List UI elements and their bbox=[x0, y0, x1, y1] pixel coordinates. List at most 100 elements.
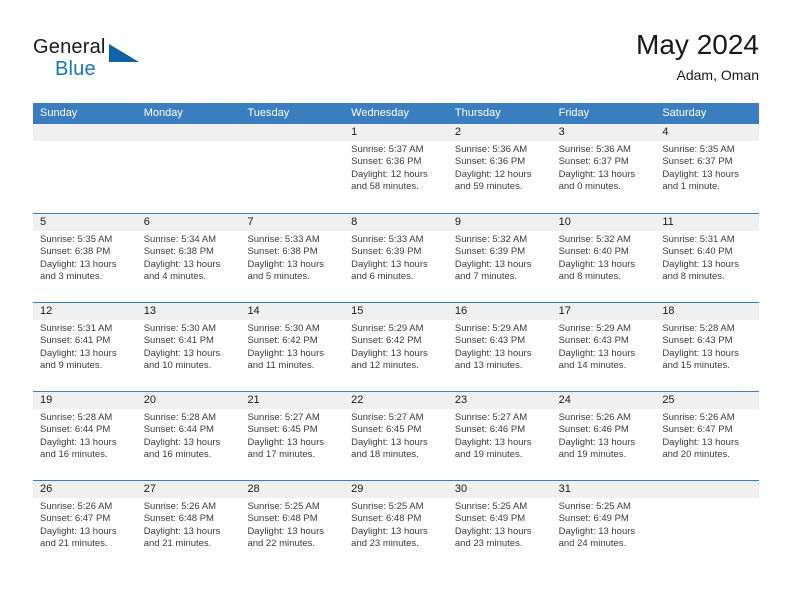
calendar-day-cell[interactable]: 19 Sunrise: 5:28 AM Sunset: 6:44 PM Dayligh… bbox=[33, 392, 137, 480]
day-header-sunday: Sunday bbox=[40, 107, 78, 119]
day-detail-line: and 8 minutes. bbox=[662, 271, 725, 283]
calendar-day-cell[interactable]: 5 Sunrise: 5:35 AM Sunset: 6:38 PM Daylight… bbox=[33, 214, 137, 302]
day-detail-line: Sunrise: 5:30 AM bbox=[143, 323, 217, 334]
calendar-weeks: 1 Sunrise: 5:37 AM Sunset: 6:36 PM Daylight… bbox=[33, 124, 760, 569]
day-details: Sunrise: 5:25 AM Sunset: 6:48 PM Daylight:… bbox=[344, 498, 448, 551]
day-number: 26 bbox=[33, 481, 137, 498]
day-detail-line: and 4 minutes. bbox=[143, 271, 207, 283]
day-number bbox=[655, 481, 760, 498]
calendar-day-cell[interactable]: 11 Sunrise: 5:31 AM Sunset: 6:40 PM Dayligh… bbox=[655, 214, 760, 302]
calendar-day-cell[interactable]: 15 Sunrise: 5:29 AM Sunset: 6:42 PM Dayligh… bbox=[344, 303, 448, 391]
day-details: Sunrise: 5:29 AM Sunset: 6:43 PM Daylight:… bbox=[448, 320, 552, 373]
day-detail-line: Daylight: 13 hours bbox=[40, 347, 117, 359]
day-number: 30 bbox=[447, 481, 552, 498]
calendar-day-cell[interactable]: 29 Sunrise: 5:25 AM Sunset: 6:48 PM Dayligh… bbox=[344, 481, 448, 569]
day-detail-line: and 7 minutes. bbox=[454, 271, 518, 283]
calendar-day-cell[interactable]: 13 Sunrise: 5:30 AM Sunset: 6:41 PM Dayligh… bbox=[136, 303, 241, 391]
calendar-day-cell[interactable]: 23 Sunrise: 5:27 AM Sunset: 6:46 PM Dayligh… bbox=[447, 392, 552, 480]
day-detail-line: Daylight: 13 hours bbox=[558, 347, 636, 359]
day-detail-line: and 21 minutes. bbox=[143, 538, 212, 550]
day-detail-line: Sunset: 6:36 PM bbox=[351, 156, 422, 168]
day-details: Sunrise: 5:31 AM Sunset: 6:40 PM Daylight:… bbox=[655, 231, 759, 284]
day-details: Sunrise: 5:28 AM Sunset: 6:43 PM Daylight:… bbox=[655, 320, 759, 373]
day-of-week-header-row: Sunday Monday Tuesday Wednesday Thursday Frid… bbox=[33, 103, 759, 124]
day-number: 3 bbox=[551, 124, 656, 141]
day-detail-line: Sunrise: 5:29 AM bbox=[454, 323, 528, 334]
day-detail-line: Sunrise: 5:25 AM bbox=[247, 501, 320, 512]
calendar-day-cell[interactable]: 24 Sunrise: 5:26 AM Sunset: 6:46 PM Dayligh… bbox=[551, 392, 656, 480]
calendar-day-cell[interactable]: 27 Sunrise: 5:26 AM Sunset: 6:48 PM Dayligh… bbox=[136, 481, 241, 569]
day-detail-line: Daylight: 13 hours bbox=[247, 258, 325, 270]
calendar-day-cell[interactable]: 9 Sunrise: 5:32 AM Sunset: 6:39 PM Daylight… bbox=[447, 214, 552, 302]
day-detail-line: Sunset: 6:39 PM bbox=[454, 246, 526, 258]
calendar-day-cell[interactable]: 20 Sunrise: 5:28 AM Sunset: 6:44 PM Dayligh… bbox=[136, 392, 241, 480]
day-detail-line: and 1 minute. bbox=[662, 181, 720, 193]
day-detail-line: Sunrise: 5:32 AM bbox=[454, 234, 528, 245]
day-detail-line: Daylight: 13 hours bbox=[40, 525, 117, 537]
calendar-day-cell[interactable]: 16 Sunrise: 5:29 AM Sunset: 6:43 PM Dayligh… bbox=[447, 303, 552, 391]
day-detail-line: and 23 minutes. bbox=[454, 538, 523, 550]
day-detail-line: Daylight: 13 hours bbox=[40, 258, 117, 270]
day-detail-line: and 10 minutes. bbox=[143, 360, 212, 372]
day-detail-line: Sunrise: 5:33 AM bbox=[351, 234, 424, 245]
calendar-day-cell[interactable]: 3 Sunrise: 5:36 AM Sunset: 6:37 PM Daylight… bbox=[551, 124, 656, 213]
calendar-week-row: 26 Sunrise: 5:26 AM Sunset: 6:47 PM Dayligh… bbox=[33, 480, 760, 569]
day-detail-line: Sunset: 6:48 PM bbox=[351, 513, 422, 525]
day-header-saturday: Saturday bbox=[662, 107, 707, 119]
calendar-day-cell[interactable]: 25 Sunrise: 5:26 AM Sunset: 6:47 PM Dayligh… bbox=[655, 392, 760, 480]
day-detail-line: Sunset: 6:44 PM bbox=[143, 424, 214, 436]
day-detail-line: Sunset: 6:44 PM bbox=[40, 424, 111, 436]
calendar-day-cell[interactable]: 30 Sunrise: 5:25 AM Sunset: 6:49 PM Dayligh… bbox=[447, 481, 552, 569]
day-detail-line: and 21 minutes. bbox=[40, 538, 108, 550]
day-detail-line: Daylight: 13 hours bbox=[351, 258, 428, 270]
day-details: Sunrise: 5:31 AM Sunset: 6:41 PM Daylight:… bbox=[33, 320, 137, 373]
day-number: 24 bbox=[551, 392, 656, 409]
day-number: 22 bbox=[344, 392, 448, 409]
day-details: Sunrise: 5:30 AM Sunset: 6:41 PM Daylight:… bbox=[137, 320, 241, 373]
day-detail-line: and 22 minutes. bbox=[247, 538, 316, 550]
day-number: 2 bbox=[447, 124, 552, 141]
day-detail-line: Daylight: 12 hours bbox=[351, 168, 428, 180]
day-number: 31 bbox=[551, 481, 656, 498]
day-detail-line: and 17 minutes. bbox=[247, 449, 316, 461]
calendar-day-cell[interactable]: 18 Sunrise: 5:28 AM Sunset: 6:43 PM Dayligh… bbox=[655, 303, 760, 391]
day-detail-line: and 59 minutes. bbox=[454, 181, 523, 193]
day-detail-line: and 20 minutes. bbox=[662, 449, 730, 461]
calendar-day-cell[interactable]: 22 Sunrise: 5:27 AM Sunset: 6:45 PM Dayligh… bbox=[344, 392, 448, 480]
calendar-day-cell[interactable]: 17 Sunrise: 5:29 AM Sunset: 6:43 PM Dayligh… bbox=[551, 303, 656, 391]
day-detail-line: and 5 minutes. bbox=[247, 271, 310, 283]
calendar-day-cell[interactable]: 8 Sunrise: 5:33 AM Sunset: 6:39 PM Daylight… bbox=[344, 214, 448, 302]
day-number: 10 bbox=[551, 214, 656, 231]
calendar-day-cell[interactable]: 1 Sunrise: 5:37 AM Sunset: 6:36 PM Daylight… bbox=[344, 124, 448, 213]
day-details: Sunrise: 5:25 AM Sunset: 6:48 PM Daylight:… bbox=[240, 498, 344, 551]
day-details: Sunrise: 5:36 AM Sunset: 6:37 PM Daylight:… bbox=[552, 141, 656, 194]
day-number: 27 bbox=[136, 481, 241, 498]
day-details: Sunrise: 5:27 AM Sunset: 6:45 PM Daylight:… bbox=[240, 409, 344, 462]
calendar-day-cell[interactable]: 12 Sunrise: 5:31 AM Sunset: 6:41 PM Dayligh… bbox=[33, 303, 137, 391]
day-detail-line: Sunrise: 5:28 AM bbox=[662, 323, 735, 334]
day-detail-line: Sunset: 6:40 PM bbox=[662, 246, 733, 258]
day-detail-line: Sunrise: 5:29 AM bbox=[558, 323, 631, 334]
day-detail-line: Daylight: 13 hours bbox=[143, 436, 221, 448]
calendar-day-cell[interactable]: 10 Sunrise: 5:32 AM Sunset: 6:40 PM Dayligh… bbox=[551, 214, 656, 302]
day-details: Sunrise: 5:26 AM Sunset: 6:48 PM Daylight:… bbox=[137, 498, 241, 551]
day-number: 13 bbox=[136, 303, 241, 320]
day-detail-line: Daylight: 13 hours bbox=[247, 436, 325, 448]
day-detail-line: Sunset: 6:39 PM bbox=[351, 246, 422, 258]
day-details: Sunrise: 5:32 AM Sunset: 6:39 PM Daylight:… bbox=[448, 231, 552, 284]
calendar-day-cell[interactable]: 4 Sunrise: 5:35 AM Sunset: 6:37 PM Daylight… bbox=[655, 124, 760, 213]
calendar-day-cell[interactable]: 21 Sunrise: 5:27 AM Sunset: 6:45 PM Dayligh… bbox=[240, 392, 345, 480]
day-number: 4 bbox=[655, 124, 760, 141]
calendar-day-cell[interactable]: 31 Sunrise: 5:25 AM Sunset: 6:49 PM Dayligh… bbox=[551, 481, 656, 569]
day-detail-line: Sunrise: 5:29 AM bbox=[351, 323, 424, 334]
calendar-day-cell[interactable]: 7 Sunrise: 5:33 AM Sunset: 6:38 PM Daylight… bbox=[240, 214, 345, 302]
calendar-day-cell[interactable]: 26 Sunrise: 5:26 AM Sunset: 6:47 PM Dayligh… bbox=[33, 481, 137, 569]
calendar-day-cell[interactable]: 6 Sunrise: 5:34 AM Sunset: 6:38 PM Daylight… bbox=[136, 214, 241, 302]
day-detail-line: Daylight: 13 hours bbox=[558, 168, 636, 180]
day-number: 23 bbox=[447, 392, 552, 409]
calendar-day-cell[interactable]: 2 Sunrise: 5:36 AM Sunset: 6:36 PM Daylight… bbox=[447, 124, 552, 213]
day-detail-line: Daylight: 13 hours bbox=[143, 525, 221, 537]
calendar-day-cell[interactable]: 14 Sunrise: 5:30 AM Sunset: 6:42 PM Dayligh… bbox=[240, 303, 345, 391]
day-detail-line: Sunrise: 5:34 AM bbox=[143, 234, 217, 245]
calendar-day-cell[interactable]: 28 Sunrise: 5:25 AM Sunset: 6:48 PM Dayligh… bbox=[240, 481, 345, 569]
